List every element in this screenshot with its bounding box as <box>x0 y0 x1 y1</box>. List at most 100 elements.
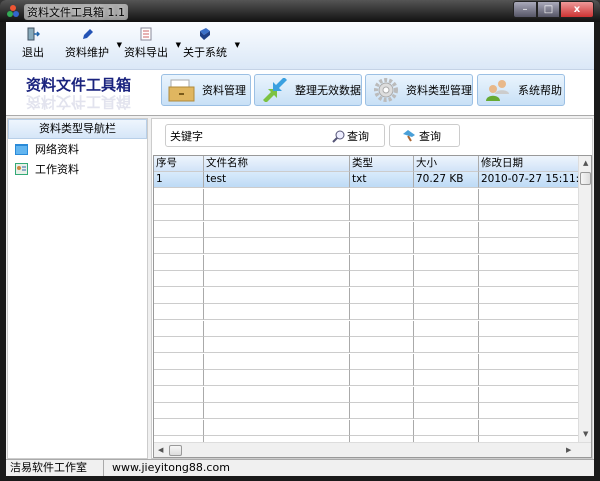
table-cell <box>350 403 414 419</box>
table-cell <box>204 304 350 320</box>
scroll-right-icon[interactable]: ▶ <box>566 446 571 454</box>
table-row[interactable] <box>154 353 578 370</box>
users-icon <box>486 80 509 101</box>
title-bar: 资料文件工具箱 1.1 – □ x <box>0 0 600 22</box>
vertical-scrollbar[interactable]: ▲ ▼ <box>578 156 591 442</box>
table-cell <box>154 221 204 238</box>
scroll-left-icon[interactable]: ◀ <box>158 446 163 454</box>
table-cell <box>414 221 479 238</box>
table-cell <box>350 419 414 436</box>
table-row[interactable] <box>154 188 578 205</box>
table-cell <box>479 189 578 205</box>
clean-invalid-data-button[interactable]: 整理无效数据 <box>254 74 362 106</box>
table-cell <box>479 420 578 436</box>
table-cell <box>350 254 414 271</box>
table-row[interactable] <box>154 205 578 221</box>
table-cell <box>414 337 479 353</box>
folder-icon <box>168 79 195 102</box>
table-cell <box>204 287 350 304</box>
table-cell: test <box>204 172 350 188</box>
table-cell <box>414 271 479 287</box>
grid-header: 序号 文件名称 类型 大小 修改日期 <box>154 156 578 172</box>
column-header-index[interactable]: 序号 <box>154 156 204 172</box>
data-type-management-label: 资料类型管理 <box>406 84 472 97</box>
app-window: 资料文件工具箱 1.1 – □ x 退出 资料维护 ▼ 资料导出 ▼ 关于系统 ▼ 资… <box>0 0 600 481</box>
table-cell <box>414 238 479 254</box>
maximize-button[interactable]: □ <box>537 1 560 18</box>
keyword-input[interactable] <box>170 128 320 144</box>
scroll-up-icon[interactable]: ▲ <box>583 159 588 167</box>
tree-item-label: 工作资料 <box>35 163 79 176</box>
type-navigation-panel: 资料类型导航栏 网络资料 工作资料 <box>7 118 148 459</box>
navigation-panel-title: 资料类型导航栏 <box>8 119 147 139</box>
column-header-filename[interactable]: 文件名称 <box>204 156 350 172</box>
table-cell: 1 <box>154 172 204 188</box>
table-cell <box>350 353 414 370</box>
column-header-type[interactable]: 类型 <box>350 156 414 172</box>
table-cell <box>154 403 204 419</box>
table-cell <box>479 271 578 287</box>
table-cell <box>479 255 578 271</box>
magnifier-icon <box>332 130 345 143</box>
system-help-label: 系统帮助 <box>518 84 562 97</box>
data-export-label: 资料导出 <box>124 46 168 59</box>
book-icon <box>200 28 210 40</box>
table-row[interactable]: 1testtxt70.27 KB2010-07-27 15:11:47 <box>154 172 578 188</box>
horizontal-scroll-thumb[interactable] <box>169 445 182 456</box>
table-cell <box>414 188 479 205</box>
header-banner: 资料文件工具箱 资料文件工具箱 资料管理 整理无效数据 资料类型管理 系统帮助 <box>6 70 594 114</box>
query-button[interactable]: 查询 <box>389 124 460 147</box>
status-bar: 洁易软件工作室 www.jieyitong88.com <box>6 459 594 476</box>
table-cell <box>479 370 578 386</box>
column-header-size[interactable]: 大小 <box>414 156 479 172</box>
system-help-button[interactable]: 系统帮助 <box>477 74 565 106</box>
vertical-scroll-thumb[interactable] <box>580 172 591 185</box>
table-row[interactable] <box>154 403 578 419</box>
tree-item-network-data[interactable]: 网络资料 <box>8 139 147 159</box>
file-grid: 序号 文件名称 类型 大小 修改日期 1 test txt 70.27 KB 2010-… <box>153 155 592 458</box>
table-row[interactable] <box>154 221 578 238</box>
table-cell <box>414 254 479 271</box>
data-type-management-button[interactable]: 资料类型管理 <box>365 74 473 106</box>
table-row[interactable] <box>154 271 578 287</box>
table-cell <box>414 370 479 386</box>
data-export-menu[interactable]: 资料导出 ▼ <box>121 25 181 67</box>
about-system-menu[interactable]: 关于系统 ▼ <box>180 25 240 67</box>
minimize-button[interactable]: – <box>513 1 537 18</box>
table-cell <box>414 403 479 419</box>
table-cell <box>154 205 204 221</box>
status-company: 洁易软件工作室 <box>6 460 104 476</box>
table-row[interactable] <box>154 370 578 386</box>
clean-invalid-data-label: 整理无效数据 <box>295 84 361 97</box>
table-cell <box>204 205 350 221</box>
table-row[interactable] <box>154 254 578 271</box>
table-cell <box>154 188 204 205</box>
tree-item-work-data[interactable]: 工作资料 <box>8 159 147 179</box>
table-cell <box>350 271 414 287</box>
exit-button[interactable]: 退出 <box>20 25 46 67</box>
search-button[interactable]: 查询 <box>332 128 369 144</box>
table-row[interactable] <box>154 320 578 337</box>
table-cell <box>350 386 414 403</box>
data-maintenance-menu[interactable]: 资料维护 ▼ <box>62 25 122 67</box>
table-row[interactable] <box>154 386 578 403</box>
dropdown-arrow-icon[interactable]: ▼ <box>235 41 240 49</box>
data-management-button[interactable]: 资料管理 <box>161 74 251 106</box>
data-maintenance-label: 资料维护 <box>65 46 109 59</box>
table-cell <box>350 221 414 238</box>
column-header-modified[interactable]: 修改日期 <box>479 156 578 172</box>
table-cell <box>350 188 414 205</box>
data-management-label: 资料管理 <box>202 84 246 97</box>
scroll-down-icon[interactable]: ▼ <box>583 430 588 438</box>
table-cell <box>204 238 350 254</box>
horizontal-scrollbar[interactable]: ◀ ▶ <box>154 442 591 457</box>
table-row[interactable] <box>154 238 578 254</box>
table-row[interactable] <box>154 419 578 436</box>
table-row[interactable] <box>154 304 578 320</box>
table-row[interactable] <box>154 337 578 353</box>
table-row[interactable] <box>154 287 578 304</box>
table-cell <box>414 320 479 337</box>
table-cell <box>154 337 204 353</box>
table-cell <box>414 386 479 403</box>
close-button[interactable]: x <box>560 1 594 18</box>
